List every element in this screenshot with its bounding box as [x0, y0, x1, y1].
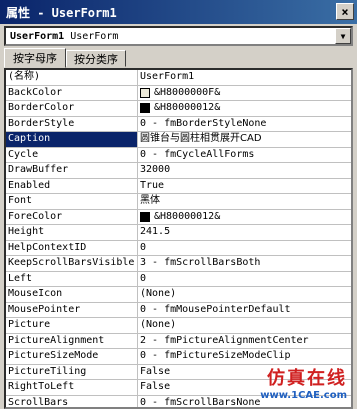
- property-value-text: 0 - fmPictureSizeModeClip: [140, 350, 291, 362]
- property-row[interactable]: PictureAlignment 2 - fmPictureAlignmentCe…: [6, 333, 351, 349]
- property-value[interactable]: 圆锥台与圆柱相贯展开CAD: [138, 132, 351, 147]
- property-value[interactable]: 0: [138, 241, 351, 256]
- property-value-text: 圆锥台与圆柱相贯展开CAD: [140, 133, 262, 145]
- property-value-text: &H8000000F&: [154, 86, 221, 98]
- watermark: 仿真在线 www.1CAE.com: [260, 364, 347, 401]
- property-value-text: 0: [140, 241, 147, 253]
- object-selector-dropdown[interactable]: UserForm1 UserForm ▼: [4, 26, 353, 46]
- property-value[interactable]: &H80000012&: [138, 101, 351, 116]
- property-value[interactable]: 0: [138, 272, 351, 287]
- property-value-text: 0: [140, 272, 147, 284]
- chevron-down-icon[interactable]: ▼: [335, 28, 351, 44]
- property-row[interactable]: MouseIcon (None): [6, 287, 351, 303]
- watermark-text: 仿真在线: [267, 368, 347, 389]
- property-value[interactable]: 3 - fmScrollBarsBoth: [138, 256, 351, 271]
- property-name: (名称): [6, 70, 138, 85]
- property-value[interactable]: UserForm1: [138, 70, 351, 85]
- property-value-text: 黑体: [140, 195, 160, 207]
- property-name: KeepScrollBarsVisible: [6, 256, 138, 271]
- property-row[interactable]: HelpContextID 0: [6, 240, 351, 256]
- property-row[interactable]: KeepScrollBarsVisible 3 - fmScrollBarsBot…: [6, 256, 351, 272]
- property-name: ForeColor: [6, 209, 138, 224]
- property-value[interactable]: &H8000000F&: [138, 86, 351, 101]
- property-value-text: 241.5: [140, 226, 171, 238]
- property-value[interactable]: 黑体: [138, 194, 351, 209]
- property-value[interactable]: True: [138, 179, 351, 194]
- property-value[interactable]: 0 - fmBorderStyleNone: [138, 117, 351, 132]
- property-row[interactable]: BorderColor &H80000012&: [6, 101, 351, 117]
- property-value[interactable]: (None): [138, 287, 351, 302]
- property-name: BorderStyle: [6, 116, 138, 131]
- property-name: PictureSizeMode: [6, 349, 138, 364]
- property-value-text: UserForm1: [140, 71, 195, 83]
- color-swatch: [140, 211, 150, 222]
- property-value-text: &H80000012&: [154, 102, 221, 114]
- property-value-text: 0 - fmCycleAllForms: [140, 148, 255, 160]
- property-value-text: 0 - fmBorderStyleNone: [140, 117, 267, 129]
- property-name: DrawBuffer: [6, 163, 138, 178]
- close-button[interactable]: ×: [336, 3, 354, 20]
- property-row[interactable]: PictureSizeMode 0 - fmPictureSizeModeClip: [6, 349, 351, 365]
- property-value-text: 3 - fmScrollBarsBoth: [140, 257, 261, 269]
- object-name: UserForm1: [10, 30, 65, 42]
- tab-alphabetic[interactable]: 按字母序: [4, 48, 66, 68]
- property-value-text: False: [140, 365, 171, 377]
- property-value[interactable]: 241.5: [138, 225, 351, 240]
- property-name: BackColor: [6, 85, 138, 100]
- property-name: Left: [6, 271, 138, 286]
- property-value[interactable]: &H80000012&: [138, 210, 351, 225]
- property-row[interactable]: Picture (None): [6, 318, 351, 334]
- property-value-text: &H80000012&: [154, 210, 221, 222]
- property-row[interactable]: ForeColor &H80000012&: [6, 209, 351, 225]
- watermark-url: www.1CAE.com: [260, 390, 347, 401]
- property-value-text: 0 - fmScrollBarsNone: [140, 396, 261, 408]
- property-name: Font: [6, 194, 138, 209]
- property-row[interactable]: Left 0: [6, 271, 351, 287]
- window-title: 属性 - UserForm1: [6, 5, 117, 20]
- property-name: HelpContextID: [6, 240, 138, 255]
- property-name: Enabled: [6, 178, 138, 193]
- property-name: MouseIcon: [6, 287, 138, 302]
- property-name: ScrollBars: [6, 395, 138, 407]
- property-value-text: 2 - fmPictureAlignmentCenter: [140, 334, 309, 346]
- property-value-text: True: [140, 179, 165, 191]
- property-value[interactable]: 32000: [138, 163, 351, 178]
- property-value[interactable]: 0 - fmMousePointerDefault: [138, 303, 351, 318]
- property-row[interactable]: BorderStyle 0 - fmBorderStyleNone: [6, 116, 351, 132]
- object-type: UserForm: [70, 30, 119, 42]
- property-row[interactable]: BackColor &H8000000F&: [6, 85, 351, 101]
- property-row[interactable]: (名称) UserForm1: [6, 70, 351, 86]
- property-row[interactable]: DrawBuffer 32000: [6, 163, 351, 179]
- property-name: PictureAlignment: [6, 333, 138, 348]
- property-row[interactable]: MousePointer 0 - fmMousePointerDefault: [6, 302, 351, 318]
- property-value-text: 32000: [140, 164, 171, 176]
- property-value-text: (None): [140, 288, 177, 300]
- title-bar: 属性 - UserForm1 ×: [0, 0, 357, 24]
- color-swatch: [140, 87, 150, 98]
- property-name: Picture: [6, 318, 138, 333]
- property-grid[interactable]: (名称) UserForm1 BackColor &H8000000F& BorderC…: [4, 68, 353, 409]
- color-swatch: [140, 103, 150, 114]
- property-value[interactable]: 0 - fmCycleAllForms: [138, 148, 351, 163]
- property-name: MousePointer: [6, 302, 138, 317]
- property-name: Caption: [6, 132, 138, 147]
- property-value-text: (None): [140, 319, 177, 331]
- property-name: Cycle: [6, 147, 138, 162]
- property-row[interactable]: Caption 圆锥台与圆柱相贯展开CAD: [6, 132, 351, 148]
- property-value-text: 0 - fmMousePointerDefault: [140, 303, 291, 315]
- property-name: PictureTiling: [6, 364, 138, 379]
- property-value[interactable]: 2 - fmPictureAlignmentCenter: [138, 334, 351, 349]
- property-row[interactable]: Cycle 0 - fmCycleAllForms: [6, 147, 351, 163]
- property-row[interactable]: Enabled True: [6, 178, 351, 194]
- property-name: BorderColor: [6, 101, 138, 116]
- property-name: RightToLeft: [6, 380, 138, 395]
- property-row[interactable]: Height 241.5: [6, 225, 351, 241]
- property-row[interactable]: Font 黑体: [6, 194, 351, 210]
- property-name: Height: [6, 225, 138, 240]
- property-value[interactable]: (None): [138, 318, 351, 333]
- property-value-text: False: [140, 381, 171, 393]
- tab-categorized[interactable]: 按分类序: [66, 50, 126, 67]
- property-value[interactable]: 0 - fmPictureSizeModeClip: [138, 349, 351, 364]
